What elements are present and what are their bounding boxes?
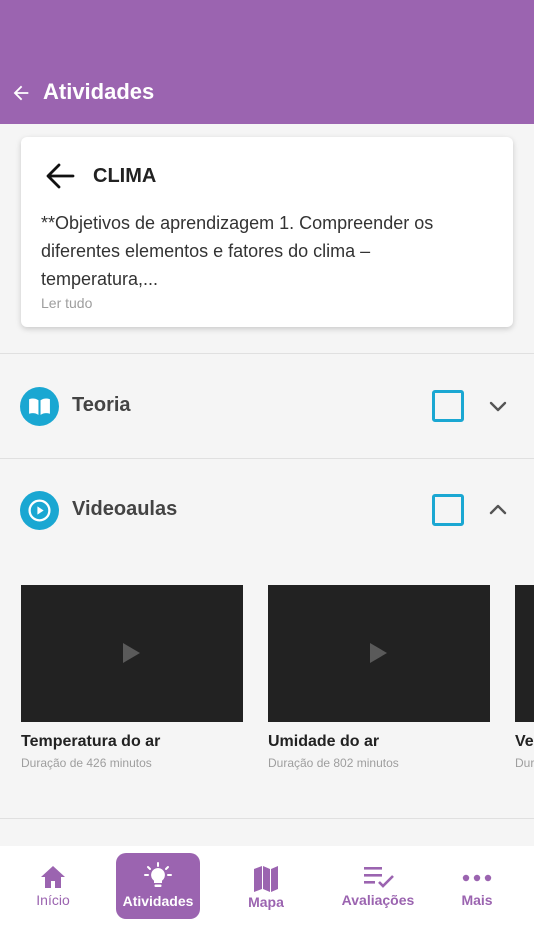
home-icon	[41, 866, 65, 888]
topic-card: CLIMA **Objetivos de aprendizagem 1. Com…	[21, 137, 513, 327]
video-card[interactable]: Ve Dur	[515, 585, 534, 770]
section-checkbox[interactable]	[432, 390, 464, 422]
play-circle-icon	[20, 491, 59, 530]
section-label: Teoria	[72, 394, 131, 416]
chevron-up-icon[interactable]	[486, 498, 510, 522]
video-thumbnail[interactable]	[268, 585, 490, 722]
play-icon	[123, 643, 140, 663]
read-more-link[interactable]: Ler tudo	[41, 295, 92, 311]
nav-item-avaliacoes[interactable]: Avaliações	[336, 846, 420, 950]
section-videoaulas[interactable]: Videoaulas	[0, 458, 534, 562]
book-icon	[20, 387, 59, 426]
more-icon	[462, 874, 492, 882]
back-arrow-icon[interactable]	[10, 82, 32, 104]
nav-label: Avaliações	[341, 892, 415, 908]
checklist-icon	[364, 867, 394, 888]
divider	[0, 818, 534, 819]
play-icon	[370, 643, 387, 663]
topic-title: CLIMA	[93, 165, 157, 187]
section-teoria[interactable]: Teoria	[0, 354, 534, 458]
nav-label: Mais	[461, 892, 493, 908]
video-thumbnail[interactable]	[21, 585, 243, 722]
chevron-down-icon[interactable]	[486, 394, 510, 418]
video-title: Temperatura do ar	[21, 733, 161, 750]
section-label: Videoaulas	[72, 498, 178, 520]
video-duration: Duração de 426 minutos	[21, 756, 152, 770]
video-title: Umidade do ar	[268, 733, 380, 750]
video-card-clip: Ve Dur	[515, 585, 534, 785]
page-title: Atividades	[43, 79, 155, 104]
app-bar: Atividades	[0, 0, 534, 124]
bottom-navigation: Início Atividades Mapa Avaliações Mais	[0, 846, 534, 950]
nav-label: Atividades	[122, 893, 194, 909]
topic-description: **Objetivos de aprendizagem 1. Compreend…	[41, 213, 434, 289]
video-duration: Dur	[515, 756, 534, 770]
nav-label: Mapa	[248, 894, 284, 910]
back-arrow-icon[interactable]	[45, 163, 75, 189]
nav-item-mapa[interactable]: Mapa	[236, 846, 296, 950]
video-card[interactable]: Temperatura do ar Duração de 426 minutos	[21, 585, 243, 770]
map-icon	[254, 866, 278, 892]
lightbulb-icon	[144, 862, 172, 887]
video-title: Ve	[515, 733, 534, 750]
nav-item-atividades[interactable]: Atividades	[116, 846, 200, 950]
nav-item-mais[interactable]: Mais	[450, 846, 504, 950]
video-duration: Duração de 802 minutos	[268, 756, 399, 770]
section-checkbox[interactable]	[432, 494, 464, 526]
nav-label: Início	[36, 892, 70, 908]
video-card[interactable]: Umidade do ar Duração de 802 minutos	[268, 585, 490, 770]
video-thumbnail[interactable]	[515, 585, 534, 722]
nav-item-inicio[interactable]: Início	[21, 846, 85, 950]
